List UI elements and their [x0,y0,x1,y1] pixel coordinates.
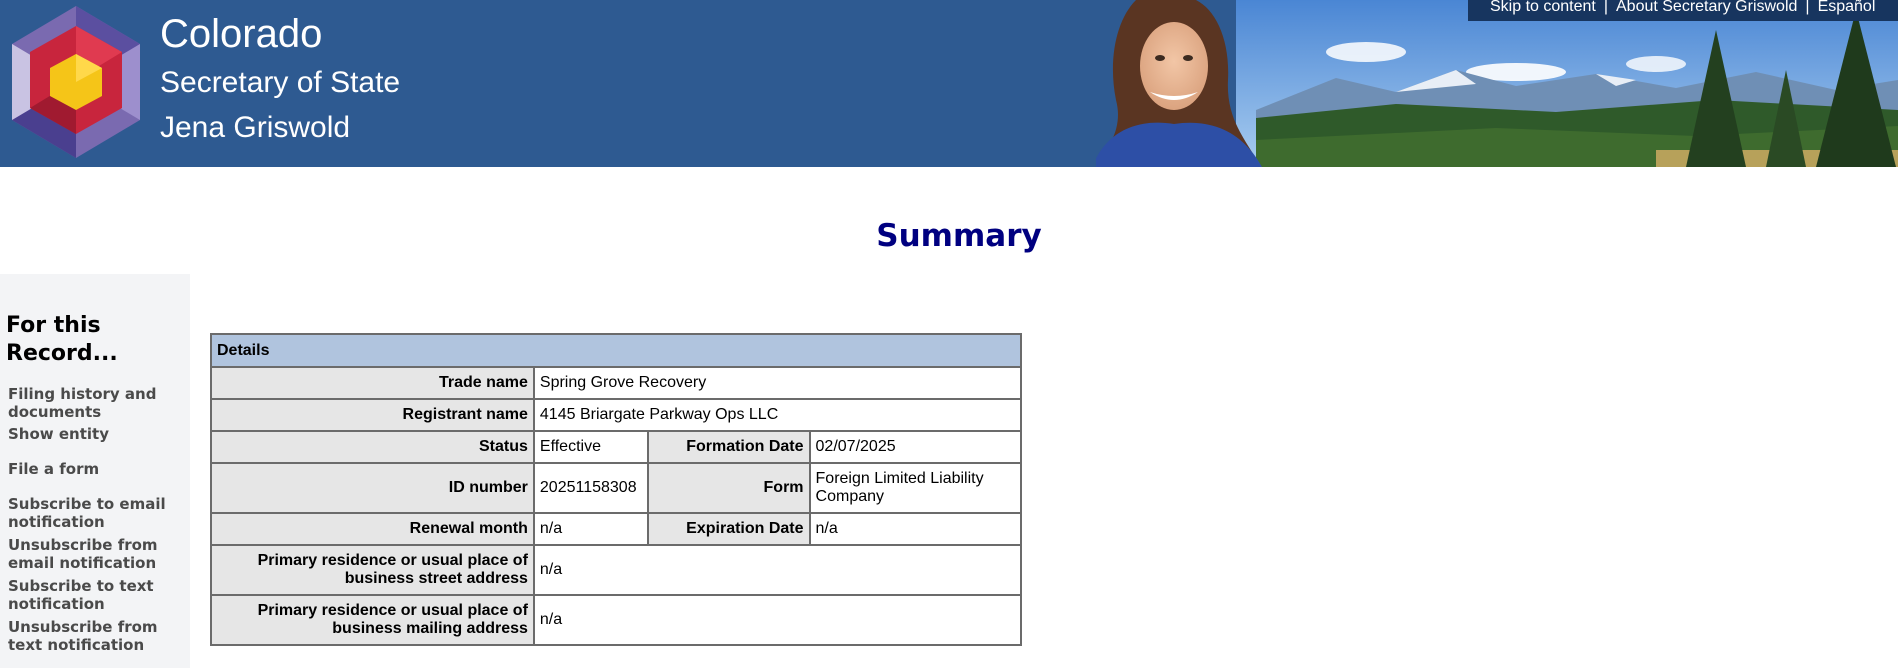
mailing-address-value: n/a [532,594,1023,646]
colorado-sos-logo[interactable] [6,4,146,160]
site-brand[interactable]: Colorado Secretary of State Jena Griswol… [160,8,400,150]
status-value: Effective [532,430,649,464]
table-row: Renewal month n/a Expiration Date n/a [210,512,1023,546]
table-row: ID number 20251158308 Form Foreign Limit… [210,462,1023,514]
registrant-name-label: Registrant name [210,398,535,432]
sidebar-link-file-form[interactable]: File a form [8,460,184,478]
site-header: Colorado Secretary of State Jena Griswol… [0,0,1898,167]
trade-name-label: Trade name [210,366,535,400]
utility-separator: | [1805,0,1810,15]
formation-date-value: 02/07/2025 [808,430,1023,464]
formation-date-label: Formation Date [646,430,811,464]
sidebar-link-filing-history[interactable]: Filing history and documents [8,385,184,421]
utility-separator: | [1603,0,1608,15]
id-number-label: ID number [210,462,535,514]
street-address-label: Primary residence or usual place of busi… [210,544,535,596]
record-sidebar: For this Record... Filing history and do… [0,274,190,668]
details-caption-row: Details [210,333,1022,368]
sidebar-link-subscribe-email[interactable]: Subscribe to email notification [8,495,184,531]
sidebar-link-subscribe-text[interactable]: Subscribe to text notification [8,577,184,613]
brand-state: Colorado [160,12,323,56]
form-value: Foreign Limited Liability Company [808,462,1023,514]
page-title: Summary [876,218,1042,254]
renewal-month-value: n/a [532,512,649,546]
details-caption: Details [210,333,1022,368]
trade-name-value: Spring Grove Recovery [532,366,1023,400]
brand-office: Secretary of State [160,66,401,99]
about-secretary-link[interactable]: About Secretary Griswold [1616,0,1797,15]
table-row: Primary residence or usual place of busi… [210,594,1023,646]
sidebar-link-show-entity[interactable]: Show entity [8,425,184,443]
details-table: Details Trade name Spring Grove Recovery… [210,333,1023,646]
utility-links: Skip to content | About Secretary Griswold… [1468,0,1898,21]
registrant-name-value: 4145 Briargate Parkway Ops LLC [532,398,1023,432]
status-label: Status [210,430,535,464]
brand-person: Jena Griswold [160,111,351,144]
header-landscape-photo [1096,0,1898,167]
id-number-value: 20251158308 [532,462,649,514]
table-row: Trade name Spring Grove Recovery [210,366,1023,400]
sidebar-heading: For this Record... [6,313,118,366]
street-address-value: n/a [532,544,1023,596]
expiration-date-label: Expiration Date [646,512,811,546]
form-label: Form [646,462,811,514]
mailing-address-label: Primary residence or usual place of busi… [210,594,535,646]
skip-to-content-link[interactable]: Skip to content [1490,0,1596,15]
spanish-language-link[interactable]: Español [1818,0,1876,15]
table-row: Primary residence or usual place of busi… [210,544,1023,596]
table-row: Registrant name 4145 Briargate Parkway O… [210,398,1023,432]
table-row: Status Effective Formation Date 02/07/20… [210,430,1023,464]
sidebar-link-unsubscribe-text[interactable]: Unsubscribe from text notification [8,618,184,654]
sidebar-link-unsubscribe-email[interactable]: Unsubscribe from email notification [8,536,184,572]
expiration-date-value: n/a [808,512,1023,546]
renewal-month-label: Renewal month [210,512,535,546]
